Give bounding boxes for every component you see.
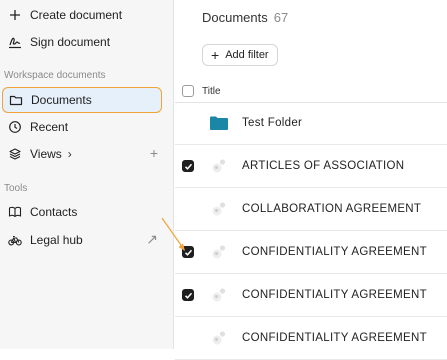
workspace-section-label: Workspace documents [4,70,106,81]
sidebar-item-recent-label: Recent [30,120,69,134]
folder-icon [9,93,23,107]
plus-icon: + [211,47,220,63]
create-document-button[interactable]: Create document [0,2,174,28]
row-name[interactable]: COLLABORATION AGREEMENT [242,203,421,215]
main-content: Documents 67 + Add filter Title Test Fold… [175,0,447,360]
table-row[interactable]: CONFIDENTIALITY AGREEMENT [175,317,447,360]
sign-document-label: Sign document [30,35,111,49]
folder-icon [208,113,230,133]
add-view-icon[interactable]: + [150,146,158,160]
sign-document-button[interactable]: Sign document [0,29,174,55]
page-title-text: Documents [202,10,268,25]
table-row[interactable]: CONFIDENTIALITY AGREEMENT [175,274,447,317]
sidebar-item-views-label: Views [30,147,62,161]
layers-icon [8,147,22,161]
signature-icon [8,35,22,49]
bicycle-icon [8,233,22,247]
table-row[interactable]: Test Folder [175,102,447,145]
document-icon [208,156,230,176]
add-filter-label: Add filter [225,49,269,61]
sidebar-item-documents[interactable]: Documents [2,87,162,113]
book-icon [8,205,22,219]
sidebar-item-contacts-label: Contacts [30,205,78,219]
sidebar: Create document Sign document Workspace … [0,0,174,349]
row-name[interactable]: ARTICLES OF ASSOCIATION [242,160,404,172]
sidebar-item-documents-label: Documents [31,93,92,107]
document-icon [208,199,230,219]
row-name[interactable]: CONFIDENTIALITY AGREEMENT [242,289,427,301]
column-title[interactable]: Title [202,86,221,97]
table-row[interactable]: COLLABORATION AGREEMENT [175,188,447,231]
plus-icon [8,8,22,22]
sidebar-item-views[interactable]: Views › + [0,141,174,167]
select-all-checkbox[interactable] [182,85,194,97]
sidebar-item-legal-hub[interactable]: Legal hub ↗ [0,227,174,253]
chevron-right-icon[interactable]: › [68,147,72,161]
row-name[interactable]: CONFIDENTIALITY AGREEMENT [242,246,427,258]
clock-icon [8,120,22,134]
table-header: Title [175,80,447,103]
table-row[interactable]: CONFIDENTIALITY AGREEMENT [175,231,447,274]
add-filter-button[interactable]: + Add filter [202,44,278,66]
tools-section-label: Tools [4,183,28,194]
document-icon [208,285,230,305]
sidebar-item-legal-hub-label: Legal hub [30,233,83,247]
document-icon [208,328,230,348]
row-name[interactable]: Test Folder [242,117,302,129]
document-icon [208,242,230,262]
row-checkbox[interactable] [182,246,194,258]
row-checkbox[interactable] [182,289,194,301]
sidebar-item-recent[interactable]: Recent [0,114,174,140]
create-document-label: Create document [30,8,123,22]
page-title: Documents 67 [202,10,288,25]
row-checkbox[interactable] [182,160,194,172]
sidebar-item-contacts[interactable]: Contacts [0,199,174,225]
row-name[interactable]: CONFIDENTIALITY AGREEMENT [242,332,427,344]
external-link-icon[interactable]: ↗ [146,232,158,246]
table-row[interactable]: ARTICLES OF ASSOCIATION [175,145,447,188]
document-count: 67 [273,10,289,25]
